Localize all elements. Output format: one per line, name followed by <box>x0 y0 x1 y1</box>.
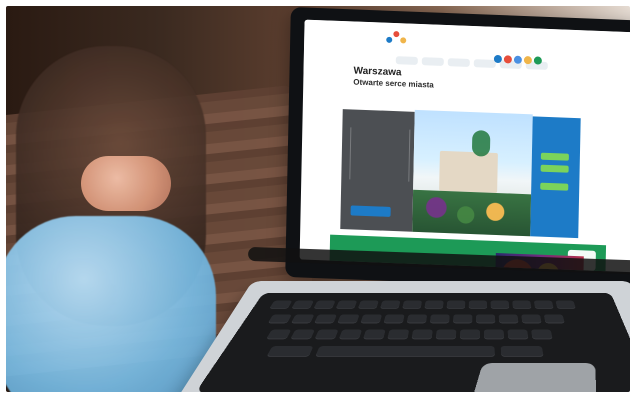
key <box>533 300 554 309</box>
key <box>313 314 338 324</box>
tag[interactable] <box>540 164 569 173</box>
nav-item[interactable] <box>447 58 470 67</box>
person-hand <box>81 156 171 211</box>
key <box>555 300 576 309</box>
key <box>490 300 510 309</box>
key <box>266 346 314 357</box>
city-logo-icon <box>386 30 412 48</box>
key <box>402 300 423 309</box>
key <box>362 329 386 340</box>
spacebar <box>315 346 495 357</box>
key <box>531 329 553 340</box>
key <box>483 329 505 340</box>
key <box>446 300 466 309</box>
laptop-lid: Warszawa Otwarte serce miasta <box>285 7 630 291</box>
key <box>357 300 379 309</box>
key <box>406 314 428 324</box>
key <box>452 314 473 324</box>
nav-item[interactable] <box>395 56 418 65</box>
laptop: Warszawa Otwarte serce miasta <box>160 6 630 392</box>
key <box>360 314 383 324</box>
key <box>498 314 519 324</box>
twitter-icon[interactable] <box>513 55 522 64</box>
key <box>459 329 481 340</box>
page-subtitle: Otwarte serce miasta <box>353 77 434 90</box>
key <box>267 314 292 324</box>
logo-dot-blue <box>386 36 393 43</box>
instagram-icon[interactable] <box>523 56 532 65</box>
key <box>266 329 292 340</box>
key <box>476 314 496 324</box>
key <box>290 329 315 340</box>
hero-button[interactable] <box>350 205 391 217</box>
logo-dot-yellow <box>400 37 407 44</box>
key <box>291 300 314 309</box>
key <box>500 346 544 357</box>
website-header: Warszawa Otwarte serce miasta <box>303 19 630 93</box>
key <box>387 329 410 340</box>
page-title: Warszawa <box>353 65 402 79</box>
key <box>411 329 433 340</box>
accessibility-icon[interactable] <box>533 56 542 65</box>
key <box>435 329 457 340</box>
key <box>337 314 360 324</box>
flower-garden <box>412 189 532 237</box>
nav-item[interactable] <box>473 59 496 68</box>
hero-image <box>412 109 533 237</box>
palace-building <box>439 150 498 194</box>
hero-text-box <box>349 127 411 182</box>
tag[interactable] <box>540 182 569 191</box>
hero-right-panel <box>530 116 581 239</box>
key <box>335 300 358 309</box>
key <box>512 300 532 309</box>
photo-background: Warszawa Otwarte serce miasta <box>6 6 630 392</box>
key <box>521 314 542 324</box>
key <box>269 300 293 309</box>
key <box>338 329 363 340</box>
logo-dot-red <box>393 30 400 38</box>
youtube-icon[interactable] <box>503 55 512 64</box>
tag[interactable] <box>540 152 569 161</box>
sculpture <box>471 130 491 157</box>
trackpad <box>468 363 598 392</box>
key <box>313 300 336 309</box>
key <box>380 300 401 309</box>
nav-item[interactable] <box>421 57 444 66</box>
key <box>543 314 565 324</box>
key <box>424 300 444 309</box>
facebook-icon[interactable] <box>493 54 502 64</box>
laptop-screen: Warszawa Otwarte serce miasta <box>299 19 630 273</box>
key <box>383 314 405 324</box>
key <box>507 329 529 340</box>
key <box>314 329 339 340</box>
hero-left-panel <box>340 109 415 232</box>
key <box>468 300 488 309</box>
key <box>290 314 315 324</box>
key <box>429 314 450 324</box>
